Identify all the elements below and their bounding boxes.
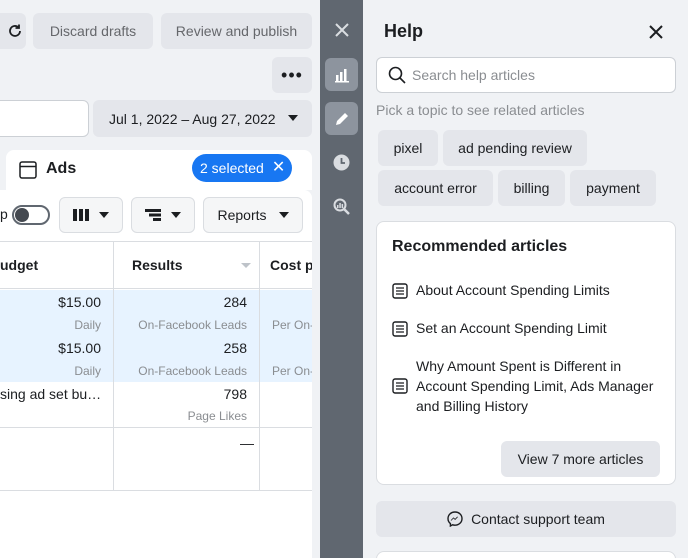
close-icon [334,23,349,37]
rail-history-button[interactable] [325,146,358,179]
article-link[interactable]: Set an Account Spending Limit [392,318,662,338]
topic-chip-ad-pending-review[interactable]: ad pending review [443,130,587,166]
totals-row: — [0,429,312,491]
sort-icon[interactable] [241,263,251,268]
help-close-button[interactable] [643,20,669,44]
ads-manager-area: Discard drafts Review and publish ••• Ju… [0,0,320,558]
view-toggle[interactable] [12,205,50,225]
article-link[interactable]: About Account Spending Limits [392,280,662,300]
help-title: Help [384,21,424,41]
selected-badge[interactable]: 2 selected ✕ [192,154,292,182]
results-type: On-Facebook Leads [138,318,247,332]
help-search-input[interactable]: Search help articles [376,57,676,93]
topic-chip-account-error[interactable]: account error [378,170,493,206]
table-row[interactable]: $15.00 Daily 284 On-Facebook Leads Per O… [0,290,312,336]
search-placeholder: Search help articles [412,67,535,83]
cost-column-header[interactable]: Cost pe [270,257,312,273]
date-range-picker[interactable]: Jul 1, 2022 – Aug 27, 2022 [93,100,312,137]
budget-cell: sing ad set bu… [0,386,102,402]
next-card-peek [376,551,676,558]
clock-icon [333,154,350,171]
table-row[interactable]: $15.00 Daily 258 On-Facebook Leads Per O… [0,336,312,382]
results-type: Page Likes [187,409,247,423]
campaign-search-input[interactable] [0,100,89,137]
results-total: — [240,435,254,451]
topic-prompt: Pick a topic to see related articles [376,102,585,118]
results-cell: 258 [223,340,247,356]
review-publish-button[interactable]: Review and publish [161,13,312,49]
chevron-down-icon [278,212,289,218]
side-rail [320,0,363,558]
article-title: About Account Spending Limits [416,282,610,298]
article-icon [392,283,408,299]
budget-type: Daily [74,318,101,332]
article-icon [392,321,408,337]
refresh-button[interactable] [0,13,26,49]
pencil-icon [335,112,348,125]
contact-support-button[interactable]: Contact support team [376,501,676,537]
table-header: udget Results Cost pe [0,241,312,290]
rail-inspect-button[interactable] [325,190,358,223]
bar-chart-icon [334,68,349,82]
ads-tab-label: Ads [46,160,77,177]
chevron-down-icon [99,212,109,218]
budget-cell: $15.00 [58,294,101,310]
clear-selection-icon[interactable]: ✕ [272,160,285,176]
article-title: Set an Account Spending Limit [416,320,607,336]
ads-tab[interactable]: Ads 2 selected ✕ [6,150,312,190]
view-more-articles-button[interactable]: View 7 more articles [501,441,660,477]
budget-column-header[interactable]: udget [0,257,38,273]
column-divider [113,242,114,290]
ads-table-panel: p Reports udget Results Cost p $15.00 Da… [0,190,312,558]
date-range-label: Jul 1, 2022 – Aug 27, 2022 [109,110,276,127]
results-cell: 798 [223,386,247,402]
contact-support-label: Contact support team [471,511,605,527]
article-icon [392,378,408,394]
reports-button[interactable]: Reports [203,197,303,233]
results-cell: 284 [223,294,247,310]
topic-chip-billing[interactable]: billing [498,170,565,206]
topic-chip-pixel[interactable]: pixel [378,130,438,166]
more-options-button[interactable]: ••• [272,57,312,93]
cost-type: Per On- [272,364,312,378]
budget-type: Daily [74,364,101,378]
table-row[interactable]: sing ad set bu… 798 Page Likes [0,382,312,428]
recommended-title: Recommended articles [392,238,568,255]
toggle-label: p [0,206,8,222]
close-panel-button[interactable] [320,10,363,50]
toggle-knob [15,208,29,222]
close-icon [649,25,663,39]
cost-type: Per On- [272,318,312,332]
column-divider [259,242,260,290]
budget-cell: $15.00 [58,340,101,356]
chevron-down-icon [171,212,181,218]
ad-icon [19,161,37,179]
article-link[interactable]: Why Amount Spent is Different in Account… [392,356,662,416]
refresh-icon [9,24,21,37]
article-title: Why Amount Spent is Different in Account… [416,358,654,414]
columns-button[interactable] [59,197,123,233]
topic-chip-payment[interactable]: payment [570,170,656,206]
messenger-icon [447,511,463,527]
columns-icon [73,209,89,221]
results-type: On-Facebook Leads [138,364,247,378]
breakdown-icon [145,209,161,221]
reports-label: Reports [217,207,267,223]
breakdown-button[interactable] [131,197,195,233]
results-column-header[interactable]: Results [132,257,183,273]
discard-drafts-button[interactable]: Discard drafts [33,13,153,49]
chevron-down-icon [288,115,298,121]
selected-badge-label: 2 selected [200,160,264,176]
rail-edit-button[interactable] [325,102,358,135]
rail-chart-button[interactable] [325,58,358,91]
search-icon [388,66,406,84]
more-icon: ••• [281,65,303,85]
zoom-chart-icon [333,198,350,215]
